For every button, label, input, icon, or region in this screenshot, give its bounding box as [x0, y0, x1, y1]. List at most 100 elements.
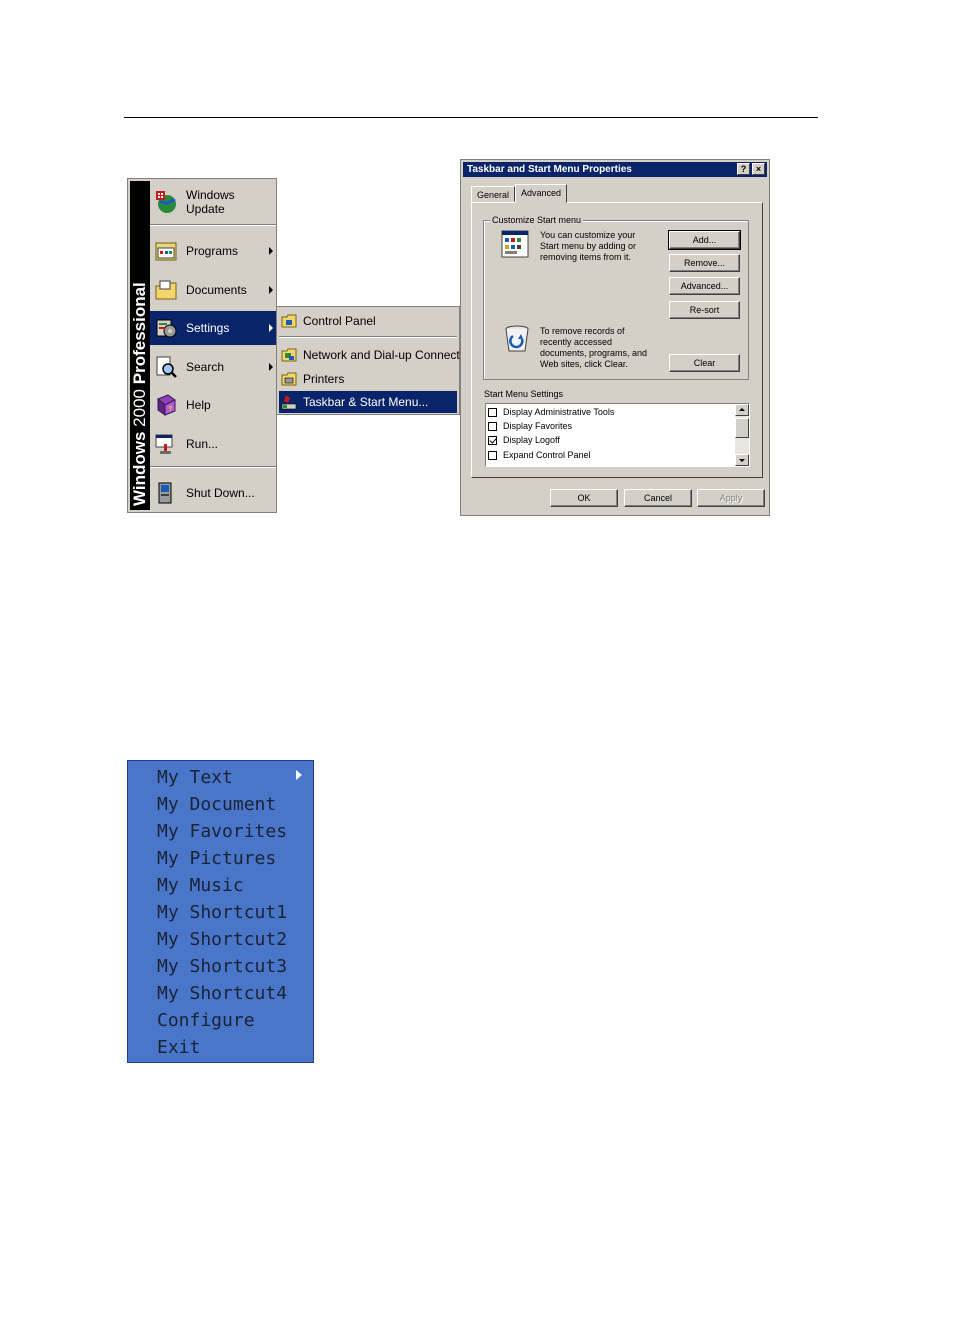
start-menu-settings-label: Start Menu Settings	[484, 389, 564, 399]
start-item-search[interactable]: Search	[150, 350, 276, 384]
advanced-button[interactable]: Advanced...	[669, 277, 740, 295]
ok-button[interactable]: OK	[550, 489, 618, 507]
submenu-separator	[279, 336, 457, 338]
banner-edition: Professional	[130, 282, 149, 385]
tray-item-my-shortcut1[interactable]: My Shortcut1	[157, 899, 287, 926]
shut-down-icon	[158, 482, 172, 504]
sub-item-label: Taskbar & Start Menu...	[303, 395, 429, 409]
dialog-titlebar: Taskbar and Start Menu Properties ? ×	[463, 162, 767, 177]
submenu-arrow-icon	[269, 324, 273, 332]
start-menu-banner: Windows 2000 Professional	[130, 181, 150, 510]
resort-button[interactable]: Re-sort	[669, 301, 740, 319]
tray-item-my-pictures[interactable]: My Pictures	[157, 845, 276, 872]
start-item-label: Search	[186, 360, 225, 374]
desc-line: documents, programs, and	[540, 348, 648, 358]
tray-item-exit[interactable]: Exit	[157, 1034, 200, 1061]
search-icon	[156, 356, 177, 378]
start-menu-settings-list: Display Administrative Tools Display Fav…	[485, 403, 750, 467]
setting-row-favorites[interactable]: Display Favorites	[488, 419, 572, 433]
setting-label: Display Favorites	[503, 421, 573, 431]
start-item-windows-update[interactable]: Windows Update	[150, 185, 276, 219]
setting-row-logoff[interactable]: Display Logoff	[488, 433, 560, 447]
documents-icon	[155, 280, 177, 300]
tray-menu: My Text My Document My Favorites My Pict…	[127, 760, 314, 1063]
desc-line: Start menu by adding or	[540, 241, 637, 251]
submenu-arrow-icon	[269, 363, 273, 371]
start-menu-separator	[150, 466, 276, 468]
cancel-button[interactable]: Cancel	[624, 489, 692, 507]
banner-version: 2000	[130, 388, 149, 427]
help-icon: ?	[157, 394, 176, 416]
clear-button[interactable]: Clear	[669, 354, 740, 372]
start-item-help[interactable]: ? Help	[150, 388, 276, 422]
header-rule	[124, 117, 818, 118]
scroll-thumb[interactable]	[735, 418, 749, 438]
start-menu-customize-icon	[501, 230, 529, 258]
remove-button[interactable]: Remove...	[669, 254, 740, 272]
start-item-shut-down[interactable]: Shut Down...	[150, 476, 276, 510]
setting-row-admin-tools[interactable]: Display Administrative Tools	[488, 405, 614, 419]
customize-description: You can customize your Start menu by add…	[540, 230, 636, 263]
submenu-arrow-icon	[269, 247, 273, 255]
setting-row-control-panel[interactable]: Expand Control Panel	[488, 448, 591, 462]
taskbar-icon	[281, 395, 297, 410]
apply-button[interactable]: Apply	[697, 489, 765, 507]
tray-item-my-shortcut4[interactable]: My Shortcut4	[157, 980, 287, 1007]
group-label: Customize Start menu	[490, 215, 584, 225]
checkbox-favorites[interactable]	[488, 421, 497, 431]
sub-item-label: Control Panel	[303, 314, 376, 328]
desc-line: To remove records of	[540, 326, 625, 336]
start-item-label: Documents	[186, 283, 247, 297]
start-item-documents[interactable]: Documents	[150, 273, 276, 307]
settings-submenu: Control Panel Network and Dial-up Connec…	[276, 306, 482, 415]
svg-text:?: ?	[168, 406, 172, 413]
start-item-label: Help	[186, 398, 211, 412]
recycle-bin-icon	[505, 325, 529, 352]
checkbox-logoff[interactable]	[488, 435, 497, 445]
tray-item-configure[interactable]: Configure	[157, 1007, 255, 1034]
tray-item-my-shortcut2[interactable]: My Shortcut2	[157, 926, 287, 953]
start-menu: Windows 2000 Professional Windows Update…	[127, 178, 277, 513]
submenu-arrow-icon	[296, 770, 302, 780]
tab-advanced[interactable]: Advanced	[515, 184, 568, 203]
desc-line: You can customize your	[540, 230, 636, 240]
start-item-settings[interactable]: Settings	[150, 311, 276, 345]
scroll-up-button[interactable]	[735, 404, 749, 416]
run-icon	[155, 434, 173, 454]
submenu-arrow-icon	[269, 286, 273, 294]
tray-item-my-music[interactable]: My Music	[157, 872, 244, 899]
desc-line: Web sites, click Clear.	[540, 359, 628, 369]
desc-line: removing items from it.	[540, 252, 632, 262]
setting-label: Display Logoff	[503, 435, 560, 445]
close-button[interactable]: ×	[752, 163, 765, 175]
tray-item-my-document[interactable]: My Document	[157, 791, 276, 818]
clear-description: To remove records of recently accessed d…	[540, 326, 647, 370]
tray-item-my-favorites[interactable]: My Favorites	[157, 818, 287, 845]
sub-item-taskbar[interactable]: Taskbar & Start Menu...	[279, 391, 457, 413]
start-item-run[interactable]: Run...	[150, 427, 276, 461]
checkbox-control-panel[interactable]	[488, 450, 497, 460]
start-item-label: Run...	[186, 437, 219, 451]
start-item-label: Windows Update	[186, 188, 235, 216]
tab-general[interactable]: General	[471, 186, 516, 202]
settings-icon	[156, 319, 177, 338]
sub-item-label: Network and Dial-up Connections	[303, 348, 482, 362]
control-panel-icon	[281, 314, 297, 328]
start-item-label: Programs	[186, 244, 239, 258]
add-button[interactable]: Add...	[668, 230, 741, 250]
setting-label: Display Administrative Tools	[503, 407, 615, 417]
help-button[interactable]: ?	[737, 163, 750, 175]
start-item-programs[interactable]: Programs	[150, 234, 276, 268]
tray-item-my-text[interactable]: My Text	[157, 764, 233, 791]
sub-item-control-panel[interactable]: Control Panel	[279, 310, 457, 332]
desc-line: recently accessed	[540, 337, 613, 347]
sub-item-network[interactable]: Network and Dial-up Connections	[279, 344, 482, 366]
scroll-down-button[interactable]	[735, 454, 749, 466]
start-item-label: Settings	[186, 321, 230, 335]
printers-icon	[281, 372, 297, 386]
network-icon	[281, 348, 297, 362]
sub-item-printers[interactable]: Printers	[279, 368, 457, 390]
settings-scrollbar[interactable]	[735, 404, 749, 466]
tray-item-my-shortcut3[interactable]: My Shortcut3	[157, 953, 287, 980]
checkbox-admin-tools[interactable]	[488, 407, 497, 417]
